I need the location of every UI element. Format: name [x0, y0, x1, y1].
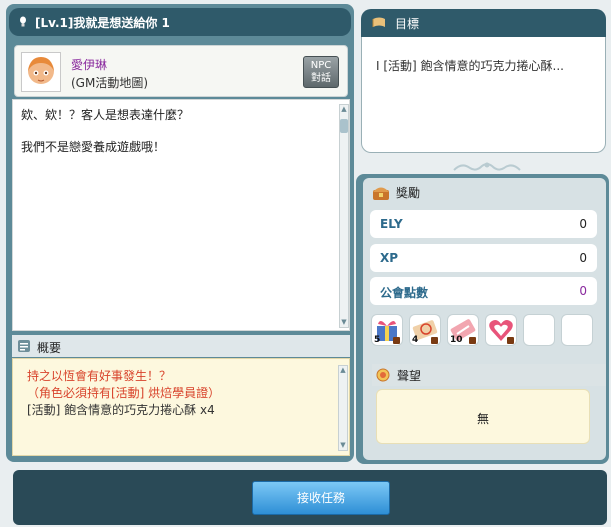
reward-row-value: 0 — [579, 251, 587, 265]
npc-avatar — [21, 52, 61, 92]
npc-talk-button[interactable]: NPC 對話 — [303, 56, 339, 88]
summary-line: [活動] 飽含情意的巧克力捲心酥 x4 — [27, 403, 215, 417]
scroll-down-arrow-icon[interactable]: ▼ — [340, 318, 348, 327]
lock-icon — [393, 337, 400, 344]
reputation-value: 無 — [476, 412, 489, 426]
lock-icon — [507, 337, 514, 344]
goal-item[interactable]: I [活動] 飽含情意的巧克力捲心酥... — [376, 57, 564, 74]
dialog-scrollbar[interactable]: ▲ ▼ — [339, 104, 349, 328]
reward-item-slot[interactable]: 10 — [447, 314, 479, 346]
reputation-box: 無 — [376, 389, 590, 444]
reward-item-slot-empty[interactable] — [523, 314, 555, 346]
reward-item-slot[interactable]: 5 — [371, 314, 403, 346]
reputation-label: 聲望 — [397, 368, 422, 383]
scroll-thumb[interactable] — [340, 119, 348, 133]
reward-row-guild-points: 公會點數 0 — [370, 277, 597, 305]
reward-item-slot[interactable]: 4 — [409, 314, 441, 346]
goal-header: 目標 — [361, 9, 606, 37]
medal-icon — [376, 368, 390, 382]
reward-row-value: 0 — [579, 284, 587, 298]
lock-icon — [469, 337, 476, 344]
npc-talk-label: NPC 對話 — [310, 60, 332, 84]
reward-item-slot[interactable] — [485, 314, 517, 346]
npc-name: 愛伊琳 — [71, 58, 108, 72]
reward-row-ely: ELY 0 — [370, 210, 597, 238]
reward-row-label: XP — [380, 251, 399, 265]
summary-line: （角色必須持有[活動] 烘焙學員證） — [27, 386, 221, 400]
reward-row-xp: XP 0 — [370, 244, 597, 272]
goal-label: 目標 — [395, 16, 420, 31]
item-count: 10 — [450, 335, 463, 345]
dialog-box: 欸、欸！？客人是想表達什麼？ 我們不是戀愛養成遊戲哦！ ▲ ▼ — [12, 99, 350, 331]
item-count: 4 — [412, 335, 419, 345]
goal-body: I [活動] 飽含情意的巧克力捲心酥... — [361, 37, 606, 153]
dialog-line: 我們不是戀愛養成遊戲哦！ — [21, 140, 166, 154]
reward-row-label: ELY — [380, 217, 403, 231]
summary-scrollbar[interactable]: ▲ ▼ — [338, 365, 348, 451]
lock-icon — [431, 337, 438, 344]
summary-line: 持之以恆會有好事發生！？ — [27, 369, 172, 383]
scroll-up-arrow-icon[interactable]: ▲ — [339, 366, 347, 375]
reward-row-label: 公會點數 — [380, 286, 429, 300]
npc-card: 愛伊琳 (GM活動地圖) NPC 對話 — [14, 45, 348, 97]
summary-header: 概要 — [12, 335, 350, 357]
reward-item-slot-empty[interactable] — [561, 314, 593, 346]
npc-portrait-icon — [22, 53, 60, 91]
reputation-header: 聲望 — [372, 364, 606, 386]
accept-quest-button[interactable]: 接收任務 — [252, 481, 390, 515]
dialog-line: 欸、欸！？客人是想表達什麼？ — [21, 108, 190, 122]
quest-title-bar: [Lv.1]我就是想送給你 1 — [9, 8, 351, 36]
treasure-chest-icon — [373, 187, 389, 200]
scroll-icon — [372, 17, 385, 27]
quest-title: [Lv.1]我就是想送給你 1 — [35, 15, 170, 30]
reward-header: 獎勵 — [372, 184, 420, 201]
ornament-divider-icon — [453, 162, 521, 171]
summary-label: 概要 — [37, 341, 62, 355]
reward-label: 獎勵 — [396, 186, 421, 200]
item-count: 5 — [374, 335, 381, 345]
scroll-down-arrow-icon[interactable]: ▼ — [339, 441, 347, 450]
lightbulb-icon — [20, 16, 26, 27]
scroll-up-arrow-icon[interactable]: ▲ — [340, 105, 348, 114]
npc-location: (GM活動地圖) — [71, 76, 149, 90]
reward-row-value: 0 — [579, 217, 587, 231]
document-icon — [18, 340, 30, 352]
summary-box: 持之以恆會有好事發生！？ （角色必須持有[活動] 烘焙學員證） [活動] 飽含情… — [12, 358, 350, 456]
